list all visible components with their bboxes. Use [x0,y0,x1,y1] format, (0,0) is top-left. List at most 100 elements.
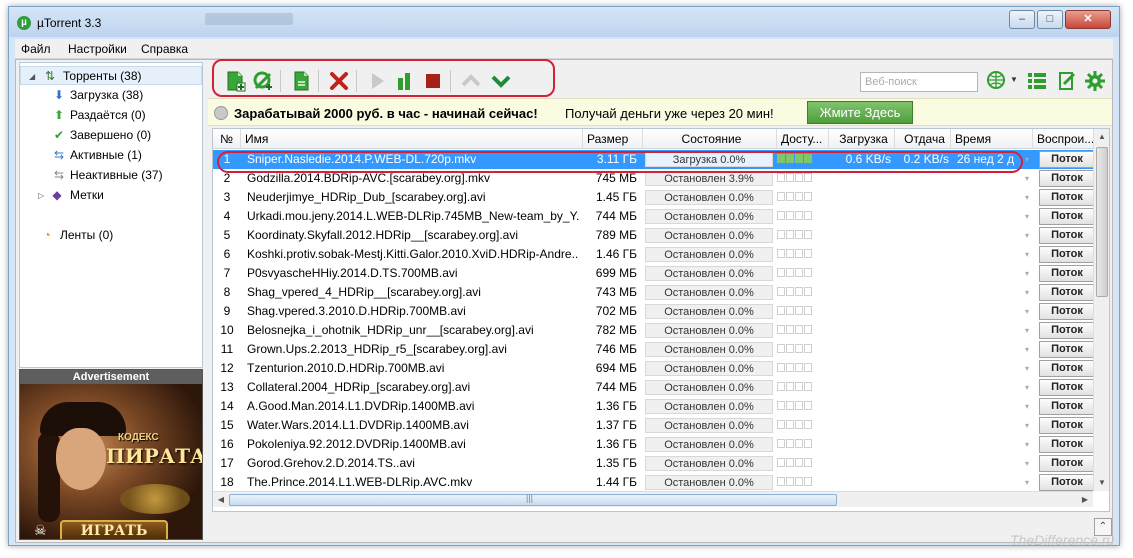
stream-button[interactable]: Поток [1039,170,1095,187]
stream-button[interactable]: Поток [1039,341,1095,358]
play-menu-tick-icon[interactable]: ▾ [1025,397,1033,416]
stream-button[interactable]: Поток [1039,303,1095,320]
pause-icon[interactable] [394,70,416,92]
maximize-button[interactable]: □ [1037,10,1063,29]
horizontal-scroll-thumb[interactable]: ||| [229,493,837,506]
column-eta[interactable]: Время [951,129,1033,149]
column-upload[interactable]: Отдача [895,129,951,149]
play-menu-tick-icon[interactable]: ▾ [1025,245,1033,264]
sidebar-item-seeding[interactable]: ⬆ Раздаётся (0) [20,106,202,125]
stream-button[interactable]: Поток [1039,474,1095,491]
table-row[interactable]: 15 Water.Wars.2014.L1.DVDRip.1400MB.avi 1.… [213,416,1095,435]
play-menu-tick-icon[interactable]: ▾ [1025,150,1033,169]
add-url-icon[interactable] [252,70,274,92]
column-availability[interactable]: Досту... [777,129,829,149]
stream-button[interactable]: Поток [1039,227,1095,244]
play-menu-tick-icon[interactable]: ▾ [1025,226,1033,245]
collapsed-arrow-icon[interactable]: ▷ [38,186,46,205]
play-menu-tick-icon[interactable]: ▾ [1025,321,1033,340]
table-row[interactable]: 17 Gorod.Grehov.2.D.2014.TS..avi 1.35 ГБ Ос… [213,454,1095,473]
play-menu-tick-icon[interactable]: ▾ [1025,454,1033,473]
stream-button[interactable]: Поток [1039,455,1095,472]
stream-button[interactable]: Поток [1039,151,1095,168]
sidebar-item-labels[interactable]: ▷ ◆ Метки [20,186,202,205]
play-menu-tick-icon[interactable]: ▾ [1025,169,1033,188]
play-menu-tick-icon[interactable]: ▾ [1025,359,1033,378]
table-row[interactable]: 12 Tzenturion.2010.D.HDRip.700MB.avi 694 М… [213,359,1095,378]
search-globe-icon[interactable] [986,70,1008,92]
stream-button[interactable]: Поток [1039,322,1095,339]
play-menu-tick-icon[interactable]: ▾ [1025,283,1033,302]
scroll-right-icon[interactable]: ▶ [1077,492,1093,508]
menu-help[interactable]: Справка [141,42,188,56]
play-menu-tick-icon[interactable]: ▾ [1025,378,1033,397]
scroll-up-icon[interactable]: ▲ [1094,129,1109,145]
sidebar-item-active[interactable]: ⇆ Активные (1) [20,146,202,165]
sidebar-item-feeds[interactable]: ◔ Ленты (0) [20,226,202,245]
play-menu-tick-icon[interactable]: ▾ [1025,188,1033,207]
table-row[interactable]: 18 The.Prince.2014.L1.WEB-DLRip.AVC.mkv 1.… [213,473,1095,492]
table-row[interactable]: 3 Neuderjimye_HDRip_Dub_[scarabey.org].av… [213,188,1095,207]
remote-icon[interactable] [1056,70,1078,92]
title-bar[interactable]: µ µTorrent 3.3 – □ ✕ [9,7,1119,37]
table-row[interactable]: 14 A.Good.Man.2014.L1.DVDRip.1400MB.avi 1.… [213,397,1095,416]
promo-click-button[interactable]: Жмите Здесь [807,101,913,124]
column-num[interactable]: № [213,129,241,149]
table-row[interactable]: 16 Pokoleniya.92.2012.DVDRip.1400MB.avi 1.… [213,435,1095,454]
table-row[interactable]: 13 Collateral.2004_HDRip_[scarabey.org].a… [213,378,1095,397]
stream-button[interactable]: Поток [1039,189,1095,206]
list-view-icon[interactable] [1026,70,1048,92]
play-menu-tick-icon[interactable]: ▾ [1025,435,1033,454]
vertical-scrollbar[interactable]: ▲ ▼ [1093,129,1109,491]
stream-button[interactable]: Поток [1039,265,1095,282]
advertisement-banner[interactable]: Advertisement КОДЕКС ПИРАТА ☠ ИГРАТЬ [19,369,203,540]
stream-button[interactable]: Поток [1039,284,1095,301]
column-state[interactable]: Состояние [643,129,777,149]
column-play[interactable]: Воспрои... [1033,129,1095,149]
sidebar-item-inactive[interactable]: ⇆ Неактивные (37) [20,166,202,185]
vertical-scroll-thumb[interactable] [1096,147,1108,297]
play-menu-tick-icon[interactable]: ▾ [1025,264,1033,283]
play-menu-tick-icon[interactable]: ▾ [1025,340,1033,359]
table-row[interactable]: 9 Shag.vpered.3.2010.D.HDRip.700MB.avi 702… [213,302,1095,321]
stream-button[interactable]: Поток [1039,417,1095,434]
start-icon[interactable] [366,70,388,92]
column-download[interactable]: Загрузка [829,129,895,149]
column-name[interactable]: Имя [241,129,583,149]
move-up-icon[interactable] [460,70,482,92]
scroll-down-icon[interactable]: ▼ [1094,475,1109,491]
add-torrent-icon[interactable] [224,70,246,92]
settings-icon[interactable] [1084,70,1106,92]
ad-artwork[interactable]: КОДЕКС ПИРАТА ☠ ИГРАТЬ [20,384,202,539]
web-search-input[interactable] [860,72,978,92]
table-row[interactable]: 8 Shag_vpered_4_HDRip__[scarabey.org].avi… [213,283,1095,302]
horizontal-scrollbar[interactable]: ◀ ||| ▶ [213,491,1093,507]
play-menu-tick-icon[interactable]: ▾ [1025,416,1033,435]
play-menu-tick-icon[interactable]: ▾ [1025,473,1033,492]
create-torrent-icon[interactable] [290,70,312,92]
sidebar-item-completed[interactable]: ✔ Завершено (0) [20,126,202,145]
expanded-arrow-icon[interactable]: ◢ [29,67,37,86]
menu-file[interactable]: Файл [21,42,51,56]
play-menu-tick-icon[interactable]: ▾ [1025,302,1033,321]
stream-button[interactable]: Поток [1039,360,1095,377]
stream-button[interactable]: Поток [1039,379,1095,396]
close-button[interactable]: ✕ [1065,10,1111,29]
chevron-down-icon[interactable]: ▼ [1010,75,1018,84]
table-row[interactable]: 10 Belosnejka_i_ohotnik_HDRip_unr__[scara… [213,321,1095,340]
minimize-button[interactable]: – [1009,10,1035,29]
table-row[interactable]: 6 Koshki.protiv.sobak-Mestj.Kitti.Galor.2… [213,245,1095,264]
move-down-icon[interactable] [490,70,512,92]
menu-settings[interactable]: Настройки [68,42,127,56]
sidebar-item-downloading[interactable]: ⬇ Загрузка (38) [20,86,202,105]
ad-play-button[interactable]: ИГРАТЬ [60,520,168,539]
scroll-left-icon[interactable]: ◀ [213,492,229,508]
stop-icon[interactable] [422,70,444,92]
stream-button[interactable]: Поток [1039,436,1095,453]
table-row[interactable]: 7 P0svyascheHHiy.2014.D.TS.700MB.avi 699 М… [213,264,1095,283]
column-size[interactable]: Размер [583,129,643,149]
table-row[interactable]: 11 Grown.Ups.2.2013_HDRip_r5_[scarabey.or… [213,340,1095,359]
table-row[interactable]: 5 Koordinaty.Skyfall.2012.HDRip__[scarabe… [213,226,1095,245]
table-row[interactable]: 4 Urkadi.mou.jeny.2014.L.WEB-DLRip.745MB_… [213,207,1095,226]
remove-icon[interactable] [328,70,350,92]
